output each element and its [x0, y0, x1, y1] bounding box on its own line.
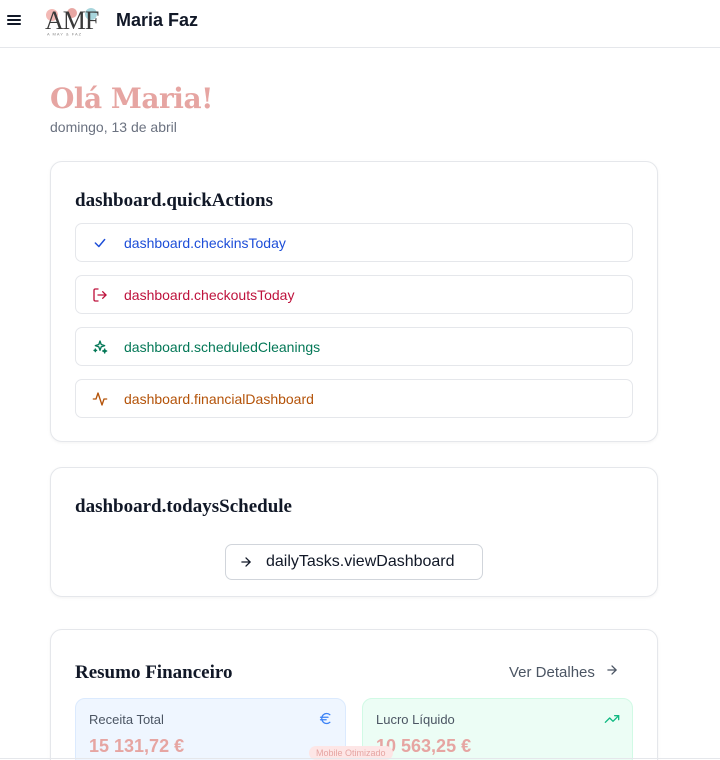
top-bar: AMF A MAY & FAZ Maria Faz — [0, 0, 720, 48]
app-title: Maria Faz — [116, 10, 199, 30]
euro-icon — [318, 711, 333, 731]
financial-summary-title: Resumo Financeiro — [75, 662, 233, 683]
stat-value: 15 131,72 € — [89, 736, 185, 756]
arrow-right-icon — [226, 555, 266, 569]
stat-label: Receita Total — [89, 712, 164, 727]
view-dashboard-button[interactable]: dailyTasks.viewDashboard — [225, 544, 483, 580]
greeting-title: Olá Maria! — [50, 82, 213, 115]
view-details-link[interactable]: Ver Detalhes — [509, 663, 619, 681]
stat-total-revenue: Receita Total 15 131,72 € — [75, 698, 346, 760]
arrow-right-icon — [605, 663, 619, 681]
todays-schedule-card: dashboard.todaysSchedule dailyTasks.view… — [50, 467, 658, 597]
stat-net-profit: Lucro Líquido 10 563,25 € — [362, 698, 633, 760]
check-icon — [76, 236, 124, 250]
quick-action-checkouts[interactable]: dashboard.checkoutsToday — [75, 275, 633, 314]
quick-action-checkins[interactable]: dashboard.checkinsToday — [75, 223, 633, 262]
quick-action-label: dashboard.checkinsToday — [124, 234, 286, 251]
quick-actions-card: dashboard.quickActions dashboard.checkin… — [50, 161, 658, 442]
logout-icon — [76, 287, 124, 303]
hamburger-icon[interactable] — [7, 13, 21, 27]
quick-action-label: dashboard.scheduledCleanings — [124, 338, 321, 355]
view-details-label: Ver Detalhes — [509, 663, 595, 681]
quick-action-label: dashboard.checkoutsToday — [124, 286, 295, 303]
stat-label: Lucro Líquido — [376, 712, 455, 727]
financial-summary-card: Resumo Financeiro Ver Detalhes Receita T… — [50, 629, 658, 760]
trending-up-icon — [604, 711, 620, 732]
svg-text:A MAY & FAZ: A MAY & FAZ — [47, 32, 82, 37]
quick-actions-title: dashboard.quickActions — [75, 190, 273, 211]
current-date: domingo, 13 de abril — [50, 119, 177, 135]
sparkles-icon — [76, 339, 124, 355]
view-dashboard-label: dailyTasks.viewDashboard — [266, 553, 455, 570]
quick-action-cleanings[interactable]: dashboard.scheduledCleanings — [75, 327, 633, 366]
todays-schedule-title: dashboard.todaysSchedule — [75, 496, 292, 517]
quick-action-financial[interactable]: dashboard.financialDashboard — [75, 379, 633, 418]
quick-action-label: dashboard.financialDashboard — [124, 390, 314, 407]
bottom-divider — [0, 758, 720, 759]
app-logo[interactable]: AMF A MAY & FAZ — [43, 4, 105, 38]
activity-icon — [76, 391, 124, 407]
